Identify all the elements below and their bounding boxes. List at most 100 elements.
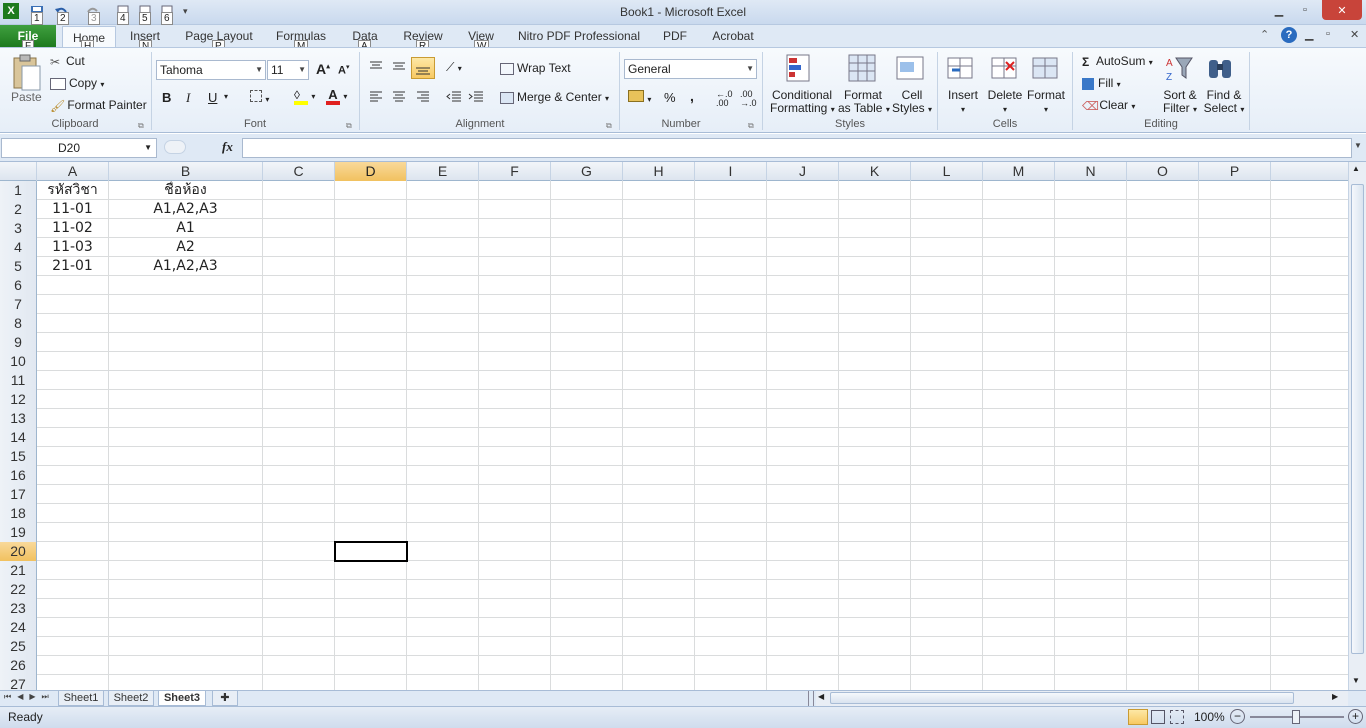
cell-l25[interactable] — [911, 637, 983, 656]
cell-e22[interactable] — [407, 580, 479, 599]
row-header[interactable]: 17 — [0, 485, 37, 504]
cell-m6[interactable] — [983, 276, 1055, 295]
cell-d16[interactable] — [335, 466, 407, 485]
cell-p14[interactable] — [1199, 428, 1271, 447]
cell-k23[interactable] — [839, 599, 911, 618]
formula-input[interactable] — [242, 138, 1352, 158]
cell-k4[interactable] — [839, 238, 911, 257]
cell-n6[interactable] — [1055, 276, 1127, 295]
close-icon[interactable]: ✕ — [1322, 0, 1362, 20]
cell-h21[interactable] — [623, 561, 695, 580]
sheet-nav-icons[interactable]: ⏮◀▶⏭ — [4, 692, 55, 702]
clipboard-launcher-icon[interactable]: ⧉ — [138, 121, 144, 131]
cell-a11[interactable] — [37, 371, 109, 390]
cell-c17[interactable] — [263, 485, 335, 504]
column-header-g[interactable]: G — [551, 162, 623, 181]
cell-n10[interactable] — [1055, 352, 1127, 371]
row-header[interactable]: 15 — [0, 447, 37, 466]
cell-h7[interactable] — [623, 295, 695, 314]
cell-p19[interactable] — [1199, 523, 1271, 542]
cell-j8[interactable] — [767, 314, 839, 333]
cell-i5[interactable] — [695, 257, 767, 276]
conditional-formatting-button[interactable]: Conditional Formatting ▾ — [770, 89, 835, 116]
cell-m4[interactable] — [983, 238, 1055, 257]
insert-sheet-icon[interactable]: ✚ — [212, 691, 238, 706]
zoom-in-icon[interactable]: + — [1348, 709, 1363, 724]
cell-a23[interactable] — [37, 599, 109, 618]
cell-i19[interactable] — [695, 523, 767, 542]
font-name-combo[interactable]: Tahoma ▼ — [156, 60, 266, 80]
cell-j13[interactable] — [767, 409, 839, 428]
cell-d3[interactable] — [335, 219, 407, 238]
cell-j26[interactable] — [767, 656, 839, 675]
cell-p5[interactable] — [1199, 257, 1271, 276]
cell-d12[interactable] — [335, 390, 407, 409]
column-header-b[interactable]: B — [109, 162, 263, 181]
wrap-text-button[interactable]: Wrap Text — [500, 61, 571, 75]
cell-a27[interactable] — [37, 675, 109, 690]
format-cells-icon[interactable] — [1031, 54, 1061, 84]
cell-n19[interactable] — [1055, 523, 1127, 542]
cell-h1[interactable] — [623, 181, 695, 200]
orientation-icon[interactable]: ⟋ ▾ — [446, 60, 462, 75]
cell-o10[interactable] — [1127, 352, 1199, 371]
cell-i8[interactable] — [695, 314, 767, 333]
row-header[interactable]: 1 — [0, 181, 37, 200]
cell-e16[interactable] — [407, 466, 479, 485]
cell-j17[interactable] — [767, 485, 839, 504]
cell-i3[interactable] — [695, 219, 767, 238]
cell-j7[interactable] — [767, 295, 839, 314]
cell-c21[interactable] — [263, 561, 335, 580]
number-format-combo[interactable]: General ▼ — [624, 59, 757, 79]
cell-m24[interactable] — [983, 618, 1055, 637]
cell-i23[interactable] — [695, 599, 767, 618]
row-header[interactable]: 13 — [0, 409, 37, 428]
cell-m12[interactable] — [983, 390, 1055, 409]
cell-n15[interactable] — [1055, 447, 1127, 466]
cell-a15[interactable] — [37, 447, 109, 466]
increase-decimal-icon[interactable]: ←.0.00 — [716, 90, 733, 108]
cell-m27[interactable] — [983, 675, 1055, 690]
cell-b1[interactable]: ชื่อห้อง — [109, 181, 263, 200]
cell-e23[interactable] — [407, 599, 479, 618]
cell-e24[interactable] — [407, 618, 479, 637]
cell-m21[interactable] — [983, 561, 1055, 580]
cell-i6[interactable] — [695, 276, 767, 295]
column-header-i[interactable]: I — [695, 162, 767, 181]
cell-p3[interactable] — [1199, 219, 1271, 238]
cell-b18[interactable] — [109, 504, 263, 523]
conditional-formatting-icon[interactable] — [786, 54, 816, 84]
cell-h6[interactable] — [623, 276, 695, 295]
worksheet-grid[interactable]: ABCDEFGHIJKLMNOP 1 รหัสวิชา ชื่อห้อง 2 11-01… — [0, 162, 1348, 690]
cell-g7[interactable] — [551, 295, 623, 314]
workbook-restore-icon[interactable]: ▫ — [1326, 28, 1330, 40]
cell-c2[interactable] — [263, 200, 335, 219]
cell-g10[interactable] — [551, 352, 623, 371]
cell-h10[interactable] — [623, 352, 695, 371]
cell-m1[interactable] — [983, 181, 1055, 200]
cell-m11[interactable] — [983, 371, 1055, 390]
cell-l17[interactable] — [911, 485, 983, 504]
cell-b25[interactable] — [109, 637, 263, 656]
cell-k5[interactable] — [839, 257, 911, 276]
cell-l1[interactable] — [911, 181, 983, 200]
cell-j19[interactable] — [767, 523, 839, 542]
row-header[interactable]: 7 — [0, 295, 37, 314]
row-header[interactable]: 23 — [0, 599, 37, 618]
cell-l20[interactable] — [911, 542, 983, 561]
cell-c9[interactable] — [263, 333, 335, 352]
cell-e11[interactable] — [407, 371, 479, 390]
cell-a22[interactable] — [37, 580, 109, 599]
cell-i15[interactable] — [695, 447, 767, 466]
cell-f2[interactable] — [479, 200, 551, 219]
cell-o9[interactable] — [1127, 333, 1199, 352]
cell-o5[interactable] — [1127, 257, 1199, 276]
cell-f1[interactable] — [479, 181, 551, 200]
cell-a1[interactable]: รหัสวิชา — [37, 181, 109, 200]
cell-m16[interactable] — [983, 466, 1055, 485]
cell-b15[interactable] — [109, 447, 263, 466]
cell-n12[interactable] — [1055, 390, 1127, 409]
column-header-o[interactable]: O — [1127, 162, 1199, 181]
cell-b26[interactable] — [109, 656, 263, 675]
cell-e25[interactable] — [407, 637, 479, 656]
